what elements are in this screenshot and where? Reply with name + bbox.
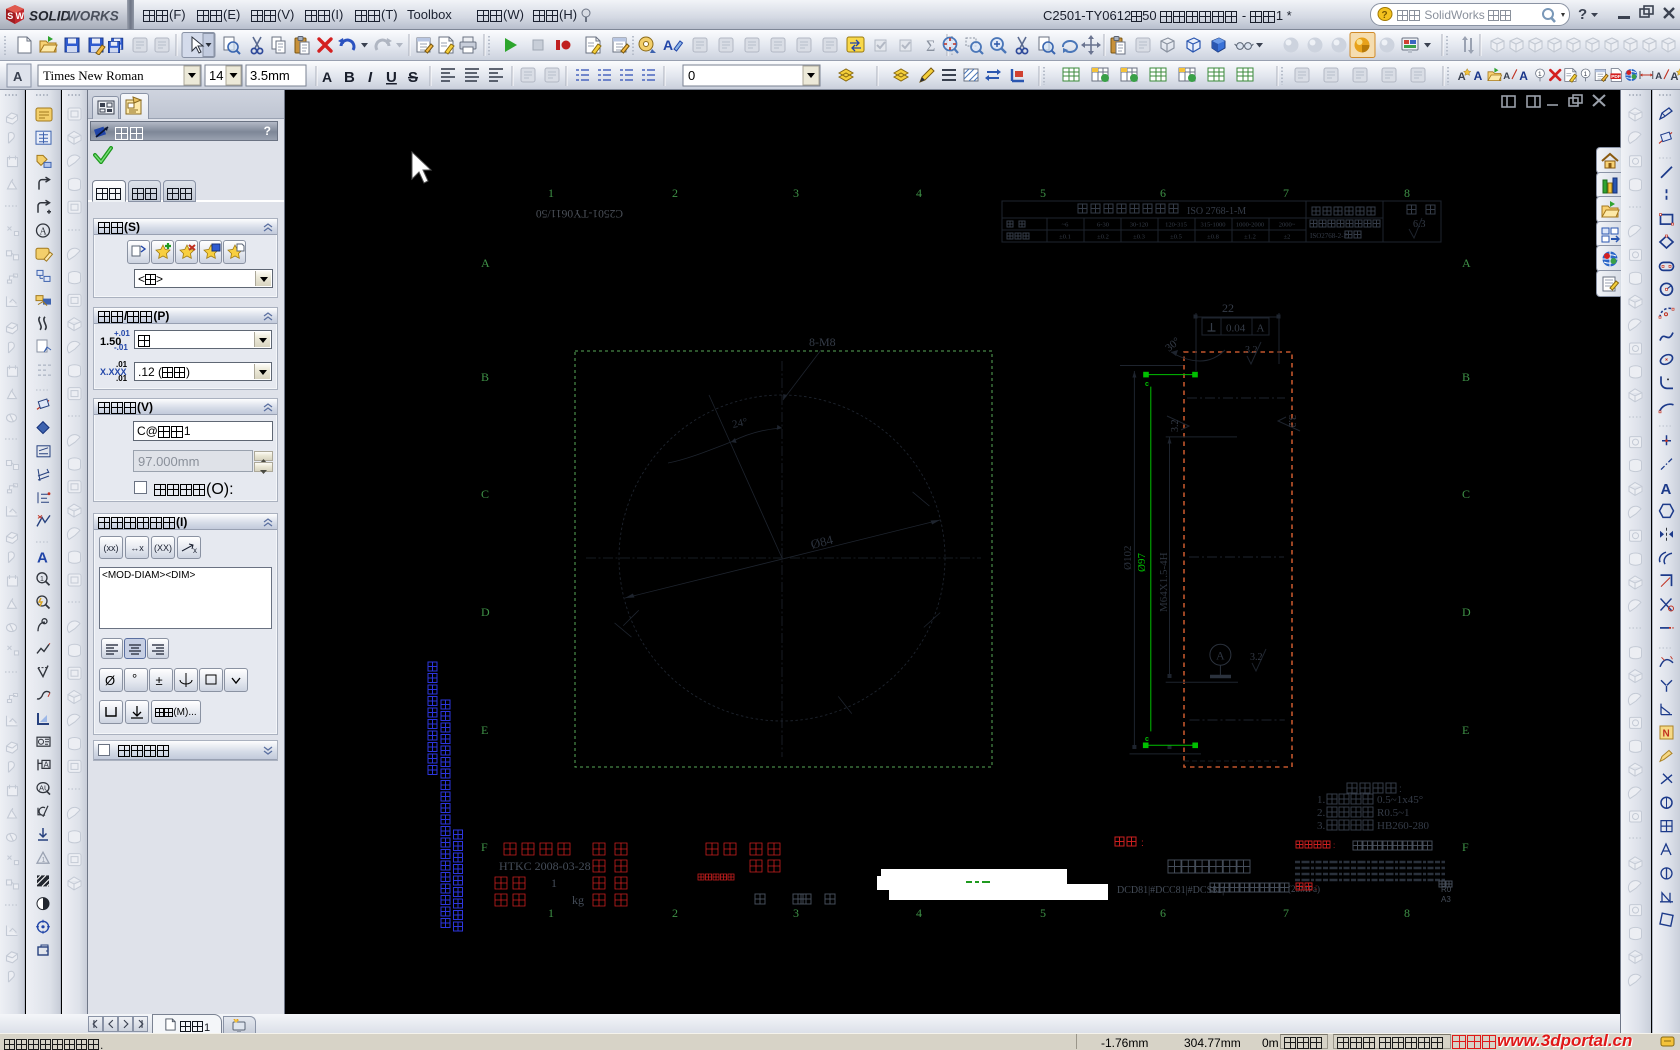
svg-text:B: B [344, 69, 355, 86]
svg-text:A: A [44, 760, 50, 769]
svg-text:8-M8: 8-M8 [809, 335, 836, 349]
svg-text:M64X1.5-4H: M64X1.5-4H [1158, 552, 1170, 612]
svg-text:0.04: 0.04 [1226, 323, 1246, 335]
svg-text:2.: 2. [1317, 807, 1326, 819]
svg-text:HB260-280: HB260-280 [1377, 820, 1429, 832]
svg-text:A: A [1216, 649, 1225, 663]
svg-text:±0.2: ±0.2 [1097, 234, 1109, 241]
svg-text:A: A [322, 69, 332, 85]
svg-text:S: S [408, 69, 418, 86]
svg-text::: : [1333, 841, 1335, 850]
svg-text:c: c [1145, 381, 1149, 388]
svg-text::: : [1315, 883, 1317, 892]
svg-text:B: B [481, 370, 489, 384]
svg-text:S: S [7, 11, 13, 21]
svg-text:4: 4 [916, 186, 922, 200]
svg-text:E: E [481, 723, 488, 737]
svg-text:°: ° [132, 671, 137, 686]
svg-text:14: 14 [209, 68, 223, 83]
svg-text:8: 8 [1404, 906, 1410, 920]
svg-text:F: F [1462, 840, 1469, 854]
svg-text:1: 1 [42, 857, 46, 864]
svg-text:U: U [386, 69, 397, 86]
svg-text:6-30: 6-30 [1097, 222, 1109, 229]
svg-text:?: ? [1578, 6, 1587, 23]
svg-text:Times New Roman: Times New Roman [43, 68, 144, 83]
svg-text:3: 3 [793, 186, 799, 200]
svg-text:±0.3: ±0.3 [1133, 234, 1145, 241]
svg-text:HTKC 2008-03-28: HTKC 2008-03-28 [499, 859, 591, 873]
svg-text:I: I [368, 69, 373, 86]
svg-text:A: A [1661, 481, 1672, 498]
svg-text:2: 2 [672, 906, 678, 920]
svg-text:6: 6 [1160, 186, 1166, 200]
svg-text:Ø102: Ø102 [1122, 546, 1134, 570]
svg-text:±2: ±2 [1284, 234, 1291, 241]
svg-text:N: N [1663, 729, 1670, 740]
svg-text:4: 4 [916, 906, 922, 920]
svg-text:8: 8 [1404, 186, 1410, 200]
svg-text:1: 1 [551, 876, 557, 890]
svg-text:WORKS: WORKS [67, 9, 119, 24]
svg-text:AU: AU [39, 784, 49, 793]
svg-text:±0.8: ±0.8 [1207, 234, 1219, 241]
svg-text:R0: R0 [1441, 885, 1452, 894]
svg-text:5: 5 [1040, 906, 1046, 920]
svg-text:7: 7 [1283, 186, 1289, 200]
svg-text:0.5~1x45°: 0.5~1x45° [1377, 794, 1423, 806]
svg-text:kg: kg [572, 893, 584, 907]
svg-text:B: B [1462, 370, 1470, 384]
svg-text:F: F [481, 840, 488, 854]
svg-text:A: A [1257, 323, 1265, 335]
svg-text:A: A [1462, 256, 1471, 270]
svg-text:ISO 2768-1-M: ISO 2768-1-M [1187, 206, 1246, 217]
svg-text:1.: 1. [1317, 794, 1326, 806]
svg-text:SOLID: SOLID [29, 9, 71, 24]
svg-text:1: 1 [548, 186, 554, 200]
svg-text:±1.2: ±1.2 [1244, 234, 1256, 241]
svg-text:C2501-TY0611/50: C2501-TY0611/50 [536, 207, 623, 219]
svg-text:±0.1: ±0.1 [1059, 234, 1071, 241]
svg-text:~6: ~6 [1062, 222, 1070, 229]
svg-text:Ø: Ø [105, 673, 115, 688]
svg-text:C: C [1462, 487, 1470, 501]
svg-text:2000~: 2000~ [1279, 222, 1296, 229]
svg-text:1: 1 [548, 906, 554, 920]
svg-text:7: 7 [1283, 906, 1289, 920]
svg-text:2: 2 [672, 186, 678, 200]
svg-text:1: 1 [40, 576, 44, 583]
svg-text:22: 22 [1222, 301, 1234, 315]
svg-text:3.: 3. [1317, 820, 1326, 832]
svg-text:0: 0 [688, 68, 695, 83]
svg-text:R0.5~1: R0.5~1 [1377, 807, 1410, 819]
svg-text:c: c [1145, 736, 1149, 743]
svg-text:Ø97: Ø97 [1136, 553, 1148, 572]
svg-text:315-1000: 315-1000 [1201, 222, 1226, 229]
svg-text:D: D [481, 605, 490, 619]
svg-text:A: A [40, 227, 48, 238]
svg-text:±0.5: ±0.5 [1170, 234, 1182, 241]
svg-text:ISO2768-2-E: ISO2768-2-E [1310, 232, 1348, 240]
svg-text:A: A [663, 37, 673, 53]
svg-text:6: 6 [1160, 906, 1166, 920]
svg-text:D: D [1462, 605, 1471, 619]
svg-text:±: ± [156, 673, 163, 688]
svg-text:3: 3 [793, 906, 799, 920]
svg-text:1000-2000: 1000-2000 [1236, 222, 1264, 229]
svg-text:A: A [481, 256, 490, 270]
svg-text:?: ? [1382, 10, 1388, 21]
svg-text:30-120: 30-120 [1130, 222, 1148, 229]
svg-text:120-315: 120-315 [1165, 222, 1187, 229]
svg-text:W: W [16, 11, 25, 21]
svg-text::: : [1141, 838, 1144, 849]
svg-text:3.5mm: 3.5mm [250, 68, 290, 83]
svg-text:DCD81|#DCC81|#DCS81|: DCD81|#DCC81|#DCS81| [1117, 885, 1224, 896]
svg-text:A: A [13, 69, 23, 84]
svg-text:x: x [193, 546, 197, 554]
svg-text:A: A [37, 550, 48, 567]
svg-text:5: 5 [1040, 186, 1046, 200]
svg-text:E: E [1462, 723, 1469, 737]
svg-text:A3: A3 [1441, 895, 1451, 904]
svg-text:C: C [481, 487, 489, 501]
